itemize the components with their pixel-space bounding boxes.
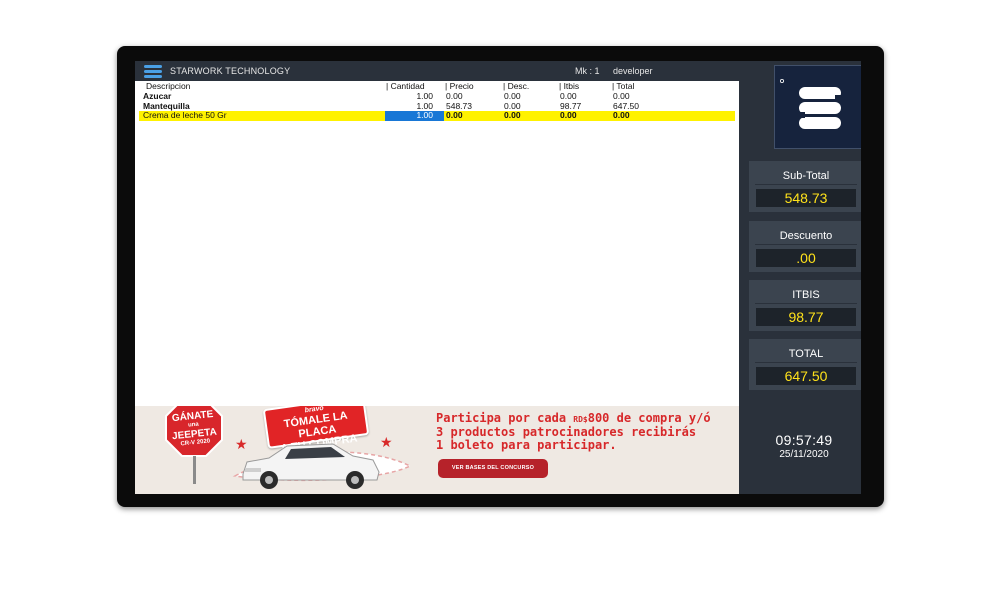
- brand-logo-box: [774, 65, 861, 149]
- promo-currency: RD$: [573, 415, 588, 424]
- table-header: Descripcion | Cantidad | Precio | Desc. …: [135, 81, 739, 92]
- total-card: TOTAL 647.50: [749, 339, 861, 390]
- starwork-logo-icon: [144, 65, 162, 78]
- cell-total: 0.00: [613, 110, 630, 121]
- cell-cantidad: 1.00: [416, 91, 433, 101]
- star-icon: ★: [380, 434, 393, 450]
- cell-desc: 0.00: [504, 110, 521, 121]
- itbis-label: ITBIS: [792, 289, 820, 301]
- totals-panel: Sub-Total 548.73 Descuento .00 ITBIS 98.…: [739, 61, 861, 494]
- cell-itbis: 0.00: [560, 110, 577, 121]
- promo-line3: 1 boleto para participar.: [436, 438, 617, 452]
- promo-banner: GÁNATE una JEEPETA CR-V 2020 bravo TÓMAL…: [135, 406, 739, 494]
- descuento-label: Descuento: [779, 230, 833, 242]
- contest-rules-button[interactable]: VER BASES DEL CONCURSO: [438, 459, 548, 478]
- promo-line1a: Participa por cada: [436, 411, 574, 425]
- clock-date: 25/11/2020: [779, 449, 829, 460]
- table-row[interactable]: Azucar 1.00 0.00 0.00 0.00 0.00: [135, 91, 739, 102]
- user-name: developer: [613, 66, 653, 76]
- top-bar: STARWORK TECHNOLOGY Mk : 1 developer: [135, 61, 739, 81]
- car-icon: [242, 443, 380, 489]
- subtotal-value: 548.73: [756, 189, 856, 207]
- total-label: TOTAL: [788, 348, 824, 360]
- station-id: Mk : 1: [575, 66, 600, 76]
- items-table: Descripcion | Cantidad | Precio | Desc. …: [135, 81, 739, 121]
- itbis-value: 98.77: [756, 308, 856, 326]
- subtotal-label: Sub-Total: [782, 170, 830, 182]
- pos-screen: STARWORK TECHNOLOGY Mk : 1 developer Des…: [135, 61, 861, 494]
- cell-descripcion: Crema de leche 50 Gr: [143, 110, 227, 121]
- cell-cantidad-editing[interactable]: 1.00: [385, 111, 444, 121]
- table-row-selected[interactable]: Crema de leche 50 Gr 1.00 0.00 0.00 0.00…: [139, 111, 735, 121]
- promo-text: Participa por cada RD$800 de compra y/ó …: [436, 412, 711, 452]
- descuento-card: Descuento .00: [749, 221, 861, 272]
- total-value: 647.50: [756, 367, 856, 385]
- stop-sign-icon: [165, 406, 223, 457]
- itbis-card: ITBIS 98.77: [749, 280, 861, 331]
- starwork-s-logo-icon: [780, 78, 843, 129]
- cell-cantidad: 1.00: [416, 100, 433, 111]
- sign-pole: [193, 456, 196, 484]
- promo-line1b: 800 de compra y/ó: [587, 411, 711, 425]
- descuento-value: .00: [756, 249, 856, 267]
- subtotal-card: Sub-Total 548.73: [749, 161, 861, 212]
- clock: 09:57:49 25/11/2020: [739, 432, 861, 460]
- cell-precio: 0.00: [446, 110, 463, 121]
- brand-name: STARWORK TECHNOLOGY: [170, 66, 291, 76]
- clock-time: 09:57:49: [775, 432, 833, 448]
- star-icon: ★: [235, 436, 248, 452]
